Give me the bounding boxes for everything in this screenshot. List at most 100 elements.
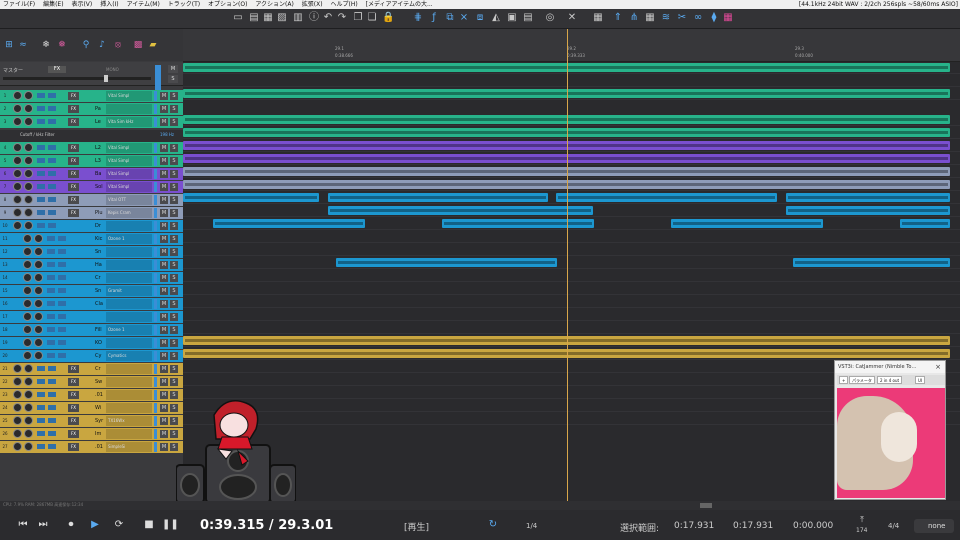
track-row[interactable]: 12 Sn M S: [0, 246, 183, 258]
track-row[interactable]: 25 FX Syr TX16Wx M S: [0, 415, 183, 427]
new-project-icon[interactable]: ▭: [232, 12, 244, 24]
track-mute-button[interactable]: M: [160, 274, 168, 282]
track-io-button[interactable]: [58, 288, 66, 293]
master-fx-button[interactable]: FX: [48, 66, 66, 73]
track-row[interactable]: 6 FX Ba Vital Simpl M S: [0, 168, 183, 180]
track-mute-button[interactable]: M: [160, 300, 168, 308]
track-mute-button[interactable]: M: [160, 417, 168, 425]
track-row[interactable]: 9 FX Plu Kepis Cram M S: [0, 207, 183, 219]
track-mute-button[interactable]: M: [160, 183, 168, 191]
track-solo-button[interactable]: S: [170, 352, 178, 360]
track-io-button[interactable]: [58, 340, 66, 345]
media-item[interactable]: [556, 193, 777, 202]
monitor-icon[interactable]: ▣: [506, 12, 518, 24]
track-plugin-slot[interactable]: [106, 338, 152, 348]
project-settings-icon[interactable]: ▨: [276, 12, 288, 24]
grid-icon[interactable]: ▦: [592, 12, 604, 24]
track-record-arm[interactable]: [13, 221, 22, 230]
track-name[interactable]: Im: [95, 429, 105, 439]
track-mute-button[interactable]: M: [160, 144, 168, 152]
track-io-button[interactable]: [48, 392, 56, 397]
track-fx-button[interactable]: FX: [68, 404, 79, 412]
track-row[interactable]: 19 KO M S: [0, 337, 183, 349]
media-item[interactable]: [671, 219, 823, 228]
track-name[interactable]: [95, 312, 105, 322]
copy-icon[interactable]: ❐: [352, 12, 364, 24]
track-fx-button[interactable]: FX: [68, 443, 79, 451]
track-plugin-slot[interactable]: Vital OTT: [106, 195, 152, 205]
cut-icon[interactable]: ✂: [676, 12, 688, 24]
track-name[interactable]: Cla: [95, 299, 105, 309]
track-mute-button[interactable]: M: [160, 339, 168, 347]
track-row[interactable]: 24 FX Wi M S: [0, 402, 183, 414]
track-record-arm[interactable]: [13, 91, 22, 100]
track-mute-button[interactable]: M: [160, 287, 168, 295]
track-record-arm[interactable]: [13, 182, 22, 191]
repeat-icon[interactable]: ⟳: [112, 518, 126, 532]
master-volume-slider[interactable]: [3, 77, 151, 80]
grid-mode-button[interactable]: none: [914, 519, 954, 533]
menu-insert[interactable]: 挿入(I): [97, 0, 121, 9]
vst-preset-button[interactable]: +: [839, 376, 849, 384]
add-track-icon[interactable]: ⊞: [3, 39, 15, 51]
track-record-arm[interactable]: [23, 247, 32, 256]
track-row[interactable]: 26 FX Im M S: [0, 428, 183, 440]
track-volume-knob[interactable]: [24, 91, 33, 100]
midi-icon[interactable]: ▩: [132, 39, 144, 51]
track-row[interactable]: 23 FX .01 M S: [0, 389, 183, 401]
master-volume-handle[interactable]: [104, 75, 108, 82]
menu-track[interactable]: トラック(T): [165, 0, 203, 9]
scrollbar-thumb[interactable]: [700, 503, 712, 508]
track-plugin-slot[interactable]: Ozone 1: [106, 234, 152, 244]
loop-icon[interactable]: ↻: [486, 518, 500, 532]
track-mute-button[interactable]: M: [160, 404, 168, 412]
track-solo-button[interactable]: S: [170, 157, 178, 165]
track-plugin-slot[interactable]: Gramit: [106, 286, 152, 296]
track-io-button[interactable]: [48, 379, 56, 384]
vst-window-title[interactable]: VST3i: CatJammer (Nimble To…: [835, 361, 945, 373]
track-solo-button[interactable]: S: [170, 261, 178, 269]
track-volume-knob[interactable]: [24, 195, 33, 204]
crossfade-icon[interactable]: ⨯: [458, 12, 470, 24]
track-plugin-slot[interactable]: Kepis Cram: [106, 208, 152, 218]
insert-fx-icon[interactable]: ⚲: [80, 39, 92, 51]
track-fx-button[interactable]: FX: [68, 183, 79, 191]
vst-plugin-window[interactable]: VST3i: CatJammer (Nimble To… × + パラメータ 2…: [834, 360, 946, 500]
track-plugin-slot[interactable]: SimpleSi: [106, 442, 152, 452]
track-io-button[interactable]: [48, 418, 56, 423]
track-plugin-slot[interactable]: [106, 429, 152, 439]
track-mute-button[interactable]: M: [160, 170, 168, 178]
group-icon[interactable]: ⧈: [474, 12, 486, 24]
track-plugin-slot[interactable]: Vital Simpl: [106, 143, 152, 153]
track-record-arm[interactable]: [23, 338, 32, 347]
track-volume-knob[interactable]: [34, 351, 43, 360]
horizontal-scrollbar[interactable]: CPU: 7.9% RAM: 2867MB 高速保存:12:34: [0, 501, 960, 510]
link-icon[interactable]: ∞: [692, 12, 704, 24]
track-name[interactable]: Kic: [95, 234, 105, 244]
close-x-icon[interactable]: ✕: [566, 12, 578, 24]
track-name[interactable]: Ba: [95, 169, 105, 179]
track-name[interactable]: Sol: [95, 182, 105, 192]
track-name[interactable]: [95, 91, 105, 101]
track-name[interactable]: Plu: [95, 208, 105, 218]
track-volume-knob[interactable]: [34, 260, 43, 269]
track-solo-button[interactable]: S: [170, 378, 178, 386]
track-record-arm[interactable]: [23, 260, 32, 269]
menu-options[interactable]: オプション(O): [205, 0, 250, 9]
track-volume-knob[interactable]: [34, 273, 43, 282]
track-name[interactable]: .01: [95, 390, 105, 400]
stop-icon[interactable]: ■: [142, 518, 156, 532]
track-fx-button[interactable]: FX: [68, 105, 79, 113]
track-io-button[interactable]: [58, 353, 66, 358]
media-item[interactable]: [213, 219, 365, 228]
track-mute-button[interactable]: M: [160, 430, 168, 438]
track-volume-knob[interactable]: [34, 299, 43, 308]
track-mute-button[interactable]: M: [160, 261, 168, 269]
playhead-cursor[interactable]: [567, 29, 568, 501]
menu-file[interactable]: ファイル(F): [0, 0, 38, 9]
track-mute-button[interactable]: M: [160, 352, 168, 360]
media-item[interactable]: [336, 258, 557, 267]
track-volume-knob[interactable]: [24, 403, 33, 412]
track-name[interactable]: Cy: [95, 351, 105, 361]
menu-view[interactable]: 表示(V): [68, 0, 95, 9]
